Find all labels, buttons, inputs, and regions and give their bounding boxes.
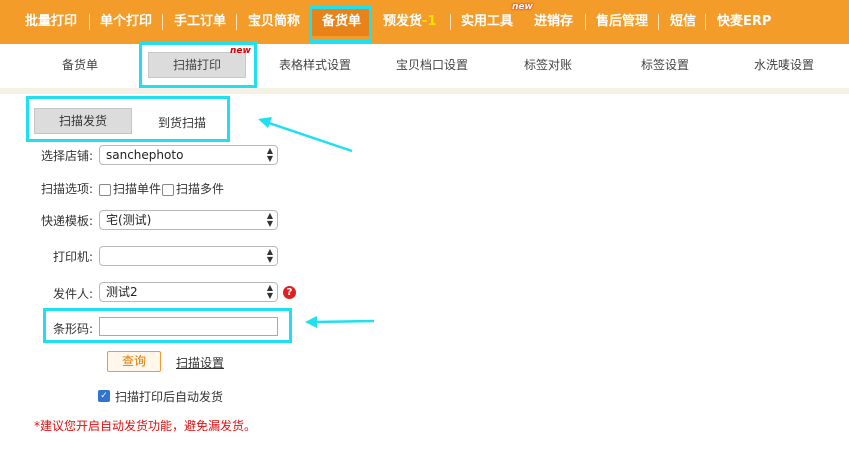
express-template-value: 宅(测试): [106, 213, 152, 227]
auto-ship-checkbox[interactable]: ✓: [98, 390, 110, 402]
scan-single-label: 扫描单件: [113, 182, 162, 196]
sender-label: 发件人:: [53, 287, 94, 301]
scan-single-option[interactable]: 扫描单件: [99, 180, 161, 197]
select-arrows-icon: ▲ ▼: [266, 211, 273, 228]
shop-label: 选择店铺:: [41, 149, 94, 163]
sender-value: 测试2: [106, 285, 138, 299]
help-icon[interactable]: ?: [283, 286, 296, 299]
scan-multi-checkbox[interactable]: [162, 183, 174, 196]
scan-multi-label: 扫描多件: [176, 182, 225, 196]
shop-select-value: sanchephoto: [106, 148, 184, 162]
printer-label: 打印机:: [53, 250, 94, 264]
scan-option-label: 扫描选项:: [41, 182, 94, 196]
auto-ship-label: 扫描打印后自动发货: [115, 390, 224, 404]
query-button[interactable]: 查询: [107, 351, 161, 372]
express-label: 快递模板:: [41, 214, 94, 228]
printer-select[interactable]: ▲ ▼: [99, 246, 278, 266]
scan-single-checkbox[interactable]: [99, 183, 111, 196]
select-arrows-icon: ▲ ▼: [266, 146, 273, 163]
auto-ship-warning: *建议您开启自动发货功能，避免漏发货。: [34, 419, 257, 433]
shop-select[interactable]: sanchephoto ▲ ▼: [99, 145, 278, 165]
sender-select[interactable]: 测试2 ▲ ▼: [99, 282, 278, 302]
scan-settings-link[interactable]: 扫描设置: [176, 354, 224, 371]
highlight-box: [43, 308, 292, 343]
select-arrows-icon: ▲ ▼: [266, 283, 273, 300]
express-template-select[interactable]: 宅(测试) ▲ ▼: [99, 210, 278, 230]
scan-multi-option[interactable]: 扫描多件: [162, 180, 224, 197]
select-arrows-icon: ▲ ▼: [266, 247, 273, 264]
